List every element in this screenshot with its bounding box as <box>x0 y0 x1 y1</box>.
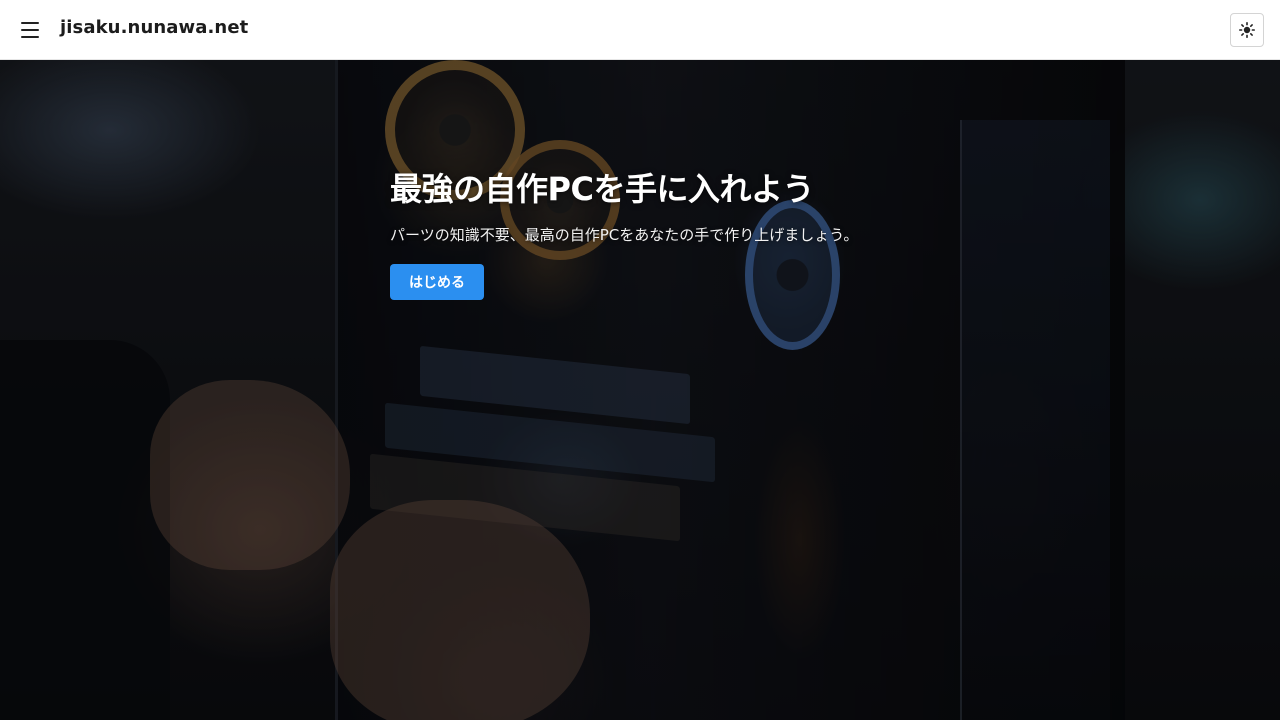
sun-icon <box>1239 22 1255 38</box>
hero-section <box>0 60 1280 720</box>
get-started-button[interactable]: はじめる <box>390 264 484 300</box>
top-navigation-bar: jisaku.nunawa.net <box>0 0 1280 60</box>
hero-content: 最強の自作PCを手に入れよう パーツの知識不要、最高の自作PCをあなたの手で作り… <box>390 168 990 300</box>
site-title-link[interactable]: jisaku.nunawa.net <box>60 17 248 38</box>
theme-toggle-button[interactable] <box>1230 13 1264 47</box>
hero-subtitle: パーツの知識不要、最高の自作PCをあなたの手で作り上げましょう。 <box>390 226 859 244</box>
hero-title: 最強の自作PCを手に入れよう <box>390 170 814 208</box>
hamburger-menu-button[interactable] <box>14 14 46 46</box>
hamburger-menu-icon <box>21 22 39 24</box>
